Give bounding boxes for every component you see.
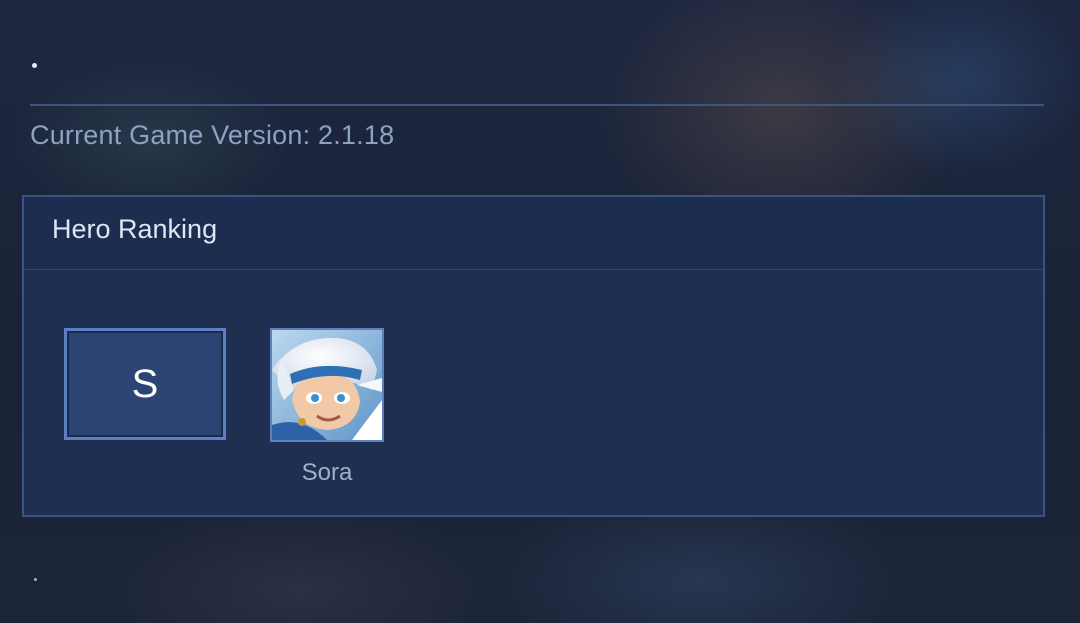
bullet-dot: [32, 63, 37, 68]
tier-badge-s: S: [64, 328, 226, 440]
hero-name: Sora: [301, 459, 353, 486]
hero-portrait[interactable]: [270, 328, 384, 442]
game-version-label: Current Game Version: 2.1.18: [30, 120, 395, 150]
hero-ranking-title: Hero Ranking: [52, 214, 218, 244]
hero-ranking-panel: Hero Ranking S Sora: [22, 195, 1045, 517]
hero-ranking-header: Hero Ranking: [24, 197, 1043, 270]
bullet-dot-bottom: [34, 578, 37, 581]
header-divider: [30, 104, 1044, 106]
hero-card-sora[interactable]: Sora: [270, 328, 386, 487]
sora-portrait-icon: [272, 330, 382, 440]
tier-label: S: [131, 361, 159, 406]
